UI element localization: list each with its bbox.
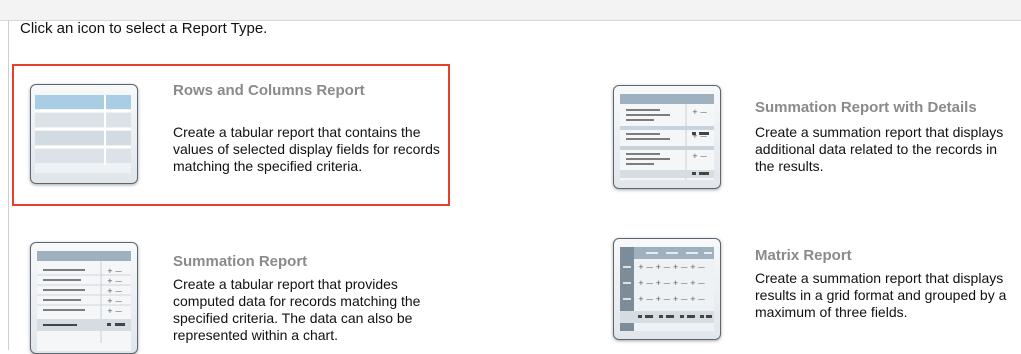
svg-text:+ —: + —	[692, 108, 707, 116]
option-title[interactable]: Matrix Report	[755, 247, 852, 264]
svg-text:+ —: + —	[107, 307, 122, 315]
option-title[interactable]: Summation Report	[173, 253, 307, 270]
svg-text:+ — + — + — + —: + — + — + — + —	[638, 263, 705, 271]
option-description: Create a tabular report that provides co…	[173, 276, 421, 343]
rows-columns-report-icon[interactable]	[30, 84, 138, 184]
svg-text:+ —: + —	[107, 267, 122, 275]
svg-text:+ — + — + — + —: + — + — + — + —	[638, 295, 705, 303]
option-description: Create a summation report that displays …	[755, 270, 1007, 320]
svg-text:+ —: + —	[107, 277, 122, 285]
option-title[interactable]: Rows and Columns Report	[173, 82, 365, 99]
option-description: Create a summation report that displays …	[755, 124, 1004, 174]
svg-text:+ —: + —	[107, 287, 122, 295]
svg-text:+ — + — + — + —: + — + — + — + —	[638, 279, 705, 287]
svg-text:+ —: + —	[107, 297, 122, 305]
option-title[interactable]: Summation Report with Details	[755, 99, 977, 116]
matrix-report-icon[interactable]: + — + — + — + — + — + — + — + — + — + — …	[613, 238, 721, 340]
summation-report-icon[interactable]: + — + — + — + — + —	[30, 242, 138, 354]
instruction-text: Click an icon to select a Report Type.	[20, 20, 268, 37]
option-description: Create a tabular report that contains th…	[173, 124, 440, 174]
svg-text:+ —: + —	[692, 152, 707, 160]
window-top-strip	[0, 0, 1021, 21]
summation-details-report-icon[interactable]: + — + — + —	[613, 85, 721, 189]
